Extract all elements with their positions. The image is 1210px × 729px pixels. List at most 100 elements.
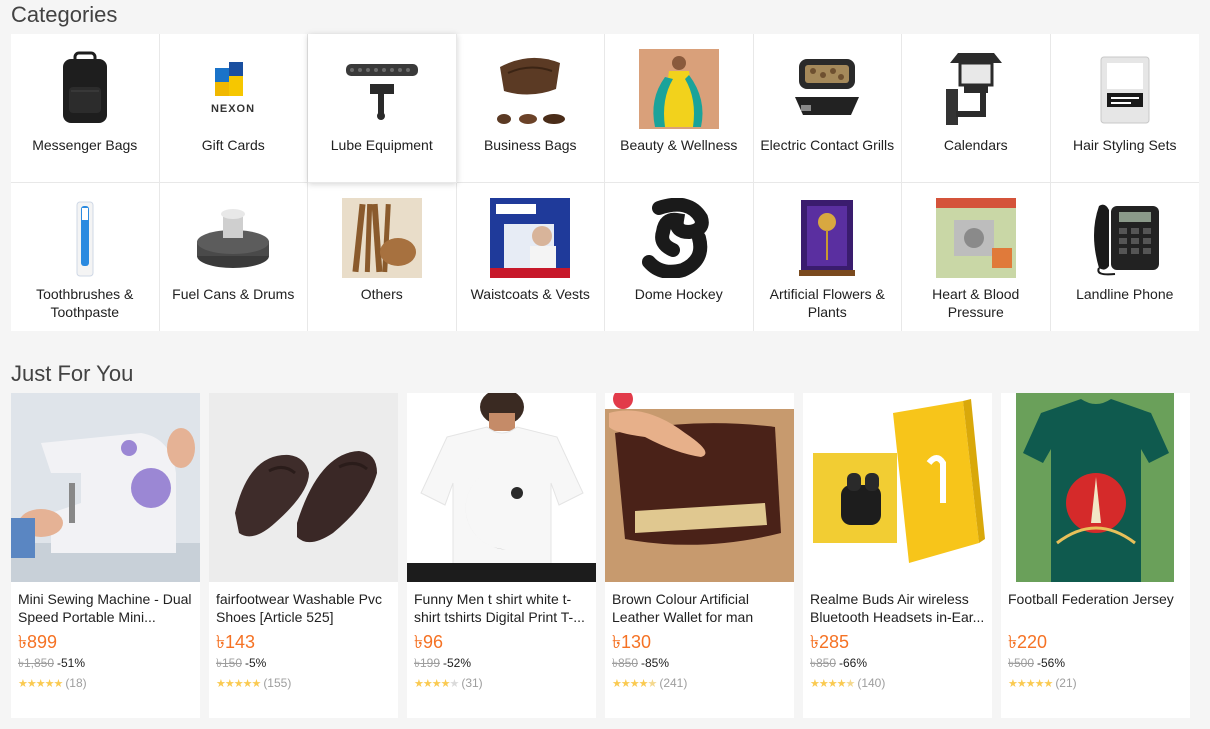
rating-row: ★★★★★ (155) — [216, 676, 391, 690]
review-count: (155) — [263, 676, 292, 690]
category-others[interactable]: Others — [308, 182, 457, 331]
category-label: Messenger Bags — [32, 137, 138, 153]
review-count: (18) — [65, 676, 87, 690]
product-title: fairfootwear Washable Pvc Shoes [Article… — [216, 591, 382, 625]
review-count: (21) — [1055, 676, 1077, 690]
review-count: (241) — [659, 676, 688, 690]
category-beauty-wellness[interactable]: Beauty & Wellness — [605, 34, 754, 183]
category-electric-contact-grills[interactable]: Electric Contact Grills — [753, 34, 902, 183]
sewing-machine-image — [11, 393, 200, 582]
product-title: Mini Sewing Machine - Dual Speed Portabl… — [18, 591, 192, 625]
category-calendars[interactable]: Calendars — [902, 34, 1051, 183]
wall-lamp-image — [936, 48, 1016, 130]
original-price: ৳150 — [216, 656, 242, 670]
category-label: Toothbrushes & Toothpaste — [36, 285, 134, 320]
waist-bag-image — [490, 48, 570, 130]
category-waistcoats-vests[interactable]: Waistcoats & Vests — [457, 182, 605, 331]
review-count: (31) — [461, 676, 483, 690]
original-price: ৳199 — [414, 656, 440, 670]
category-artificial-flowers-plants[interactable]: Artificial Flowers & Plants — [754, 182, 902, 331]
product-card-shoes[interactable]: fairfootwear Washable Pvc Shoes [Article… — [209, 393, 398, 718]
category-label: Gift Cards — [201, 137, 265, 153]
discount-percent: -85% — [641, 656, 670, 670]
category-label: Lube Equipment — [330, 137, 433, 153]
dress-model-image — [638, 48, 719, 130]
desk-phone-image — [1085, 197, 1165, 279]
category-fuel-cans-drums[interactable]: Fuel Cans & Drums — [160, 182, 308, 331]
price-meta: ৳850 -66% — [810, 656, 985, 670]
nexon-logo-image: NEXON — [193, 48, 273, 130]
price-meta: ৳1,850 -51% — [18, 656, 193, 670]
category-toothbrushes-toothpaste[interactable]: Toothbrushes & Toothpaste — [11, 182, 160, 331]
product-card-tshirt[interactable]: Funny Men t shirt white t-shirt tshirts … — [407, 393, 596, 718]
carburetor-image — [935, 197, 1016, 279]
product-card-sewing-machine[interactable]: Mini Sewing Machine - Dual Speed Portabl… — [11, 393, 200, 718]
category-label: Calendars — [943, 137, 1008, 153]
wallet-image — [605, 393, 794, 582]
star-rating-icon: ★★★★★ — [612, 677, 657, 690]
category-label: Others — [360, 285, 403, 302]
category-label: Fuel Cans & Drums — [172, 285, 295, 302]
product-title: Funny Men t shirt white t-shirt tshirts … — [414, 591, 585, 625]
rating-row: ★★★★★ (18) — [18, 676, 193, 690]
tshirt-image — [407, 393, 596, 582]
star-rating-icon: ★★★★★ — [810, 677, 855, 690]
categories-grid: Messenger Bags NEXON Gift Cards Lube Equ… — [11, 34, 1199, 331]
discount-percent: -52% — [443, 656, 472, 670]
rating-row: ★★★★★ (21) — [1008, 676, 1183, 690]
earbuds-image — [803, 393, 992, 582]
product-price: ৳285 — [810, 632, 849, 652]
category-messenger-bags[interactable]: Messenger Bags — [11, 34, 160, 183]
category-label: Heart & Blood Pressure — [932, 285, 1020, 320]
category-label: Artificial Flowers & Plants — [769, 285, 885, 320]
category-label: Hair Styling Sets — [1073, 137, 1177, 153]
product-card-jersey[interactable]: Football Federation Jersey ৳220 ৳500 -56%… — [1001, 393, 1190, 718]
category-label: Waistcoats & Vests — [470, 285, 590, 302]
rating-row: ★★★★★ (140) — [810, 676, 985, 690]
gold-rose-box-image — [787, 197, 867, 279]
toothbrush-image — [45, 197, 125, 279]
vest-pack-image — [490, 197, 571, 279]
svg-text:NEXON: NEXON — [211, 103, 255, 115]
category-label: Business Bags — [483, 137, 577, 153]
round-stand-image — [193, 197, 273, 279]
hair-pack-image — [1085, 48, 1165, 130]
star-rating-icon: ★★★★★ — [216, 677, 261, 690]
category-business-bags[interactable]: Business Bags — [456, 34, 605, 183]
star-rating-icon: ★★★★★ — [414, 677, 459, 690]
category-dome-hockey[interactable]: Dome Hockey — [605, 182, 754, 331]
price-meta: ৳199 -52% — [414, 656, 589, 670]
category-label: Landline Phone — [1076, 285, 1174, 302]
discount-percent: -66% — [839, 656, 868, 670]
skate-guard-image — [639, 197, 719, 279]
jersey-image — [1001, 393, 1190, 582]
product-title: Football Federation Jersey — [1008, 591, 1174, 607]
original-price: ৳850 — [612, 656, 638, 670]
category-gift-cards[interactable]: NEXON Gift Cards — [159, 34, 308, 183]
product-title: Brown Colour Artificial Leather Wallet f… — [612, 591, 754, 625]
product-card-earbuds[interactable]: Realme Buds Air wireless Bluetooth Heads… — [803, 393, 992, 718]
category-lube-equipment[interactable]: Lube Equipment — [308, 34, 457, 183]
original-price: ৳500 — [1008, 656, 1034, 670]
rating-row: ★★★★★ (241) — [612, 676, 787, 690]
star-rating-icon: ★★★★★ — [18, 677, 63, 690]
review-count: (140) — [857, 676, 886, 690]
category-landline-phone[interactable]: Landline Phone — [1051, 183, 1200, 332]
price-meta: ৳150 -5% — [216, 656, 391, 670]
star-rating-icon: ★★★★★ — [1008, 677, 1053, 690]
original-price: ৳850 — [810, 656, 836, 670]
grill-image — [787, 48, 867, 130]
product-list: Mini Sewing Machine - Dual Speed Portabl… — [11, 393, 1199, 718]
just-for-you-heading: Just For You — [11, 361, 134, 386]
product-price: ৳96 — [414, 632, 443, 652]
product-price: ৳220 — [1008, 632, 1047, 652]
price-meta: ৳850 -85% — [612, 656, 787, 670]
original-price: ৳1,850 — [18, 656, 55, 670]
brown-shoes-image — [209, 393, 398, 582]
product-price: ৳130 — [612, 632, 651, 652]
category-hair-styling-sets[interactable]: Hair Styling Sets — [1050, 34, 1199, 183]
category-heart-blood-pressure[interactable]: Heart & Blood Pressure — [902, 182, 1051, 331]
discount-percent: -5% — [245, 656, 267, 670]
product-card-wallet[interactable]: Brown Colour Artificial Leather Wallet f… — [605, 393, 794, 718]
backpack-image — [45, 48, 125, 130]
